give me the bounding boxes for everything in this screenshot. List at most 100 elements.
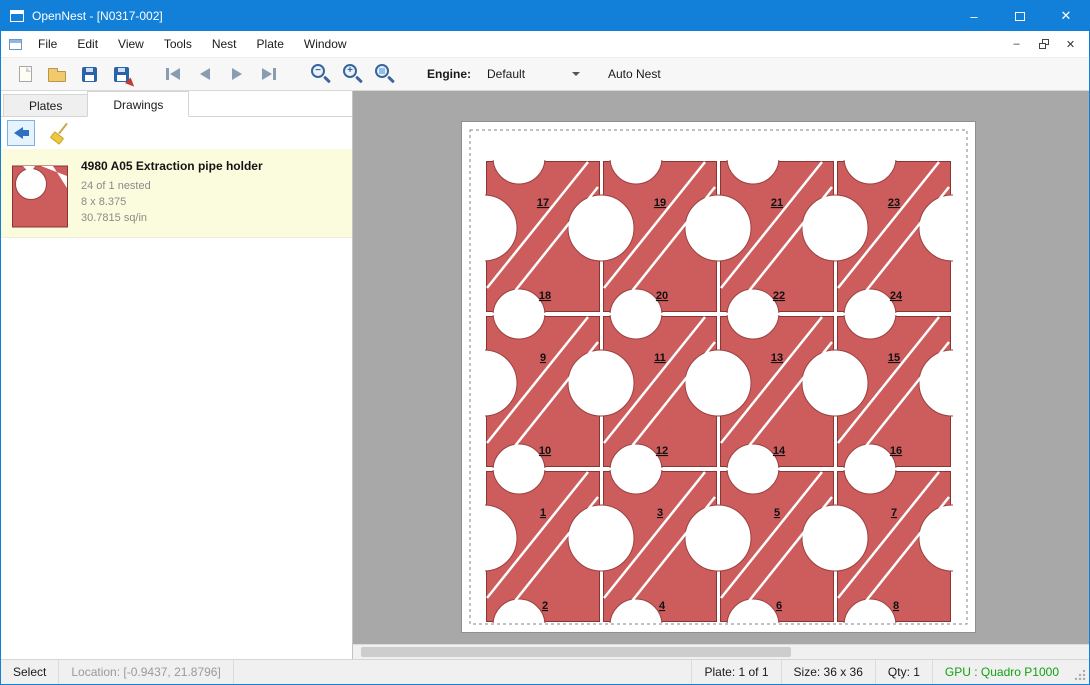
zoom-out-button[interactable]: − [305, 60, 337, 88]
clear-button[interactable] [45, 120, 73, 146]
part-number-label: 1 [540, 507, 546, 519]
resize-grip-icon [1074, 669, 1086, 681]
menu-nest[interactable]: Nest [202, 31, 247, 57]
drawing-list-item[interactable]: 4980 A05 Extraction pipe holder 24 of 1 … [1, 149, 352, 238]
part-number-label: 11 [654, 352, 666, 364]
part-number-label: 6 [776, 600, 782, 612]
sidebar: Plates Drawings [1, 91, 353, 659]
save-edit-button[interactable] [105, 60, 137, 88]
left-arrow-icon [14, 127, 29, 139]
add-to-plate-button[interactable] [7, 120, 35, 146]
titlebar: OpenNest - [N0317-002] – ✕ [1, 1, 1089, 31]
open-button[interactable] [41, 60, 73, 88]
main-content: Plates Drawings [1, 91, 1089, 659]
menu-plate[interactable]: Plate [247, 31, 294, 57]
part-number-label: 17 [537, 197, 549, 209]
mdi-minimize-icon: – [1013, 38, 1019, 50]
nest-plate-svg: 1718 1920 2122 2324 910 1112 1314 1516 1… [462, 122, 975, 632]
part-number-label: 4 [659, 600, 666, 612]
status-location: Location: [-0.9437, 21.8796] [59, 660, 232, 684]
previous-plate-button[interactable] [189, 60, 221, 88]
resize-grip[interactable] [1071, 660, 1089, 684]
mdi-restore-icon [1039, 39, 1049, 49]
part-number-label: 14 [773, 445, 786, 457]
new-button[interactable] [9, 60, 41, 88]
status-qty: Qty: 1 [876, 660, 932, 684]
part-number-label: 21 [771, 197, 783, 209]
menubar: File Edit View Tools Nest Plate Window –… [1, 31, 1089, 57]
status-gpu: GPU : Quadro P1000 [933, 660, 1071, 684]
zoom-fit-button[interactable] [369, 60, 401, 88]
part-number-label: 9 [540, 352, 546, 364]
first-page-icon [166, 68, 180, 80]
status-size: Size: 36 x 36 [782, 660, 875, 684]
app-window: OpenNest - [N0317-002] – ✕ File Edit Vie… [0, 0, 1090, 685]
first-plate-button[interactable] [157, 60, 189, 88]
tab-drawings[interactable]: Drawings [87, 91, 189, 117]
tab-plates[interactable]: Plates [3, 94, 88, 117]
part-number-label: 2 [542, 600, 548, 612]
menu-edit[interactable]: Edit [67, 31, 108, 57]
engine-label: Engine: [427, 67, 471, 81]
maximize-button[interactable] [997, 1, 1043, 31]
document-icon [9, 39, 22, 50]
part-number-label: 10 [539, 445, 551, 457]
circular-notch [493, 132, 545, 184]
part-number-label: 23 [888, 197, 900, 209]
minimize-button[interactable]: – [951, 1, 997, 31]
part-number-label: 16 [890, 445, 902, 457]
zoom-out-icon: − [311, 64, 331, 84]
drawing-dimensions: 8 x 8.375 [81, 194, 263, 210]
zoom-fit-icon [375, 64, 395, 84]
save-button[interactable] [73, 60, 105, 88]
next-icon [232, 68, 242, 80]
circular-notch [610, 132, 662, 184]
part-number-label: 15 [888, 352, 900, 364]
mdi-minimize-button[interactable]: – [1004, 34, 1029, 54]
part-number-label: 5 [774, 507, 780, 519]
zoom-in-icon: + [343, 64, 363, 84]
next-plate-button[interactable] [221, 60, 253, 88]
part-number-label: 7 [891, 507, 897, 519]
status-mode: Select [1, 660, 58, 684]
part-number-label: 3 [657, 507, 663, 519]
auto-nest-button[interactable]: Auto Nest [602, 63, 667, 85]
part-number-label: 18 [539, 290, 551, 302]
minimize-icon: – [970, 9, 977, 24]
menu-view[interactable]: View [108, 31, 154, 57]
last-page-icon [262, 68, 276, 80]
previous-icon [200, 68, 210, 80]
drawing-nested-info: 24 of 1 nested [81, 178, 263, 194]
zoom-in-button[interactable]: + [337, 60, 369, 88]
nest-canvas[interactable]: 1718 1920 2122 2324 910 1112 1314 1516 1… [353, 91, 1089, 659]
menu-tools[interactable]: Tools [154, 31, 202, 57]
circular-notch [844, 132, 896, 184]
drawing-area: 30.7815 sq/in [81, 210, 263, 226]
part-number-label: 22 [773, 290, 785, 302]
app-icon [10, 10, 24, 22]
chevron-down-icon [572, 72, 580, 76]
sidebar-toolbar [1, 117, 352, 149]
status-separator [233, 660, 234, 684]
new-page-icon [19, 66, 32, 82]
zoom-button-group: − + [305, 60, 401, 88]
mdi-close-icon: ✕ [1066, 38, 1075, 51]
nav-button-group [157, 60, 285, 88]
mdi-restore-button[interactable] [1031, 34, 1056, 54]
scrollbar-thumb[interactable] [361, 647, 791, 657]
last-plate-button[interactable] [253, 60, 285, 88]
folder-icon [48, 71, 66, 82]
menu-window[interactable]: Window [294, 31, 357, 57]
close-button[interactable]: ✕ [1043, 1, 1089, 31]
menu-file[interactable]: File [28, 31, 67, 57]
part-number-label: 19 [654, 197, 666, 209]
window-title: OpenNest - [N0317-002] [32, 9, 163, 23]
broom-icon [49, 123, 69, 143]
file-button-group [9, 60, 137, 88]
horizontal-scrollbar[interactable] [353, 644, 1089, 659]
window-controls: – ✕ [951, 1, 1089, 31]
plate: 1718 1920 2122 2324 910 1112 1314 1516 1… [461, 121, 976, 633]
engine-select[interactable]: Default [481, 64, 586, 84]
mdi-close-button[interactable]: ✕ [1058, 34, 1083, 54]
maximize-icon [1015, 12, 1025, 21]
